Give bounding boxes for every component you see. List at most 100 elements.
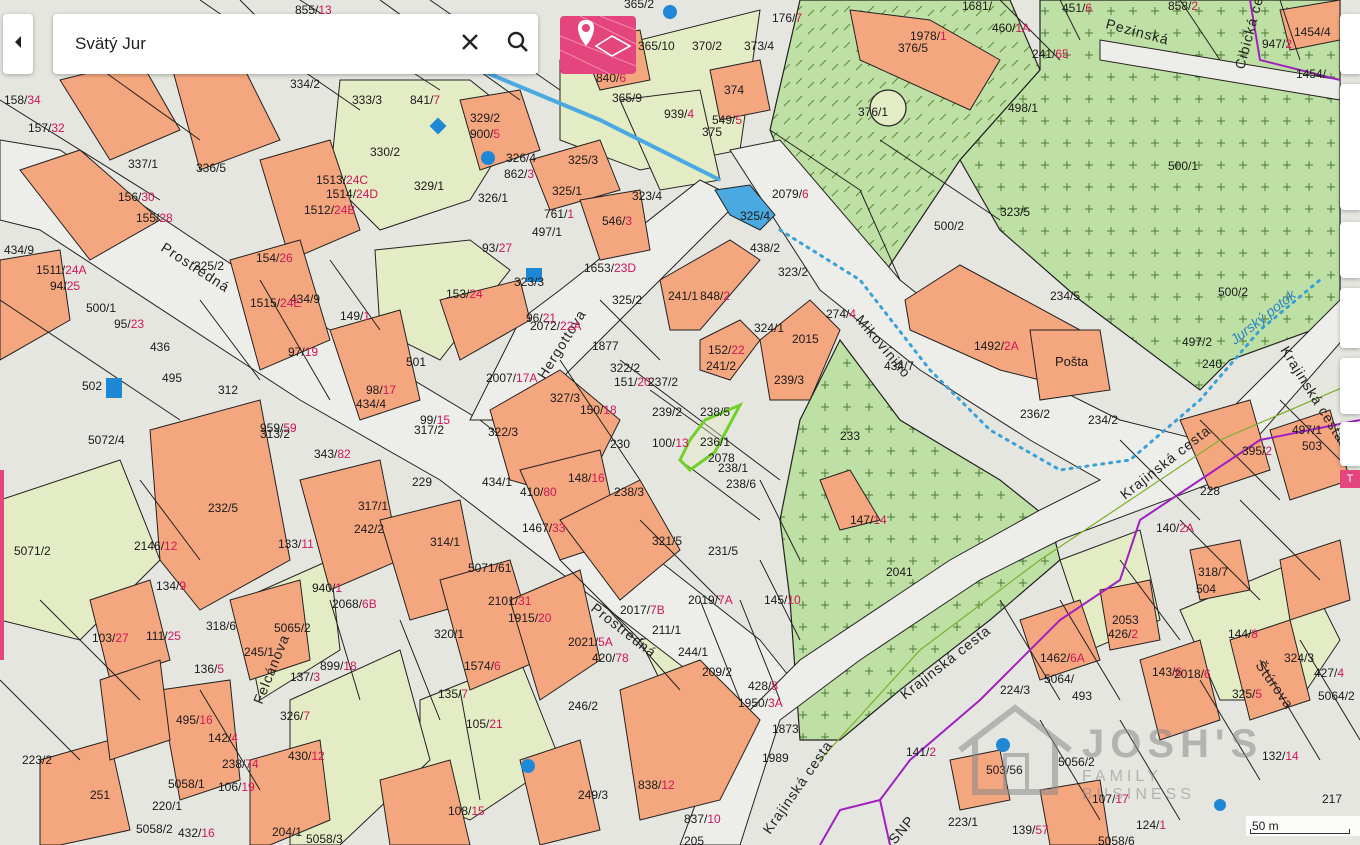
parcel-number-label: 234/2 [1088, 413, 1118, 427]
parcel-number-label: 376/5 [898, 41, 928, 55]
parcel-number-label: 155/28 [136, 211, 173, 225]
map-control-4[interactable] [1340, 288, 1360, 348]
parcel-number-label: 374 [724, 83, 744, 97]
parcel-number-label: 274/4 [826, 307, 856, 321]
parcel-number-label: 321/5 [652, 534, 682, 548]
parcel-number-label: 5065/2 [274, 621, 311, 635]
map-control-6[interactable] [1340, 422, 1360, 466]
parcel-number-label: 324/3 [1284, 651, 1314, 665]
parcel-number-label: 939/4 [664, 107, 694, 121]
parcel-number-label: 158/34 [4, 93, 41, 107]
clear-search-button[interactable] [450, 24, 490, 64]
map-control-3[interactable] [1340, 222, 1360, 278]
parcel-number-label: 318/7 [1198, 565, 1228, 579]
parcel-number-label: 1492/2A [974, 339, 1019, 353]
parcel-number-label: 2021/5A [568, 635, 613, 649]
parcel-number-label: 2053 [1112, 613, 1139, 627]
collapse-panel-button[interactable] [3, 14, 33, 74]
parcel-number-label: 5058/6 [1098, 834, 1135, 845]
parcel-number-label: 156/30 [118, 190, 155, 204]
parcel-number-label: 239/3 [774, 373, 804, 387]
side-badge[interactable]: T [1340, 470, 1360, 488]
parcel-number-label: 1574/6 [464, 659, 501, 673]
left-edge-accent [0, 470, 4, 660]
parcel-number-label: 500/1 [86, 301, 116, 315]
property-layer-button[interactable] [560, 16, 636, 74]
parcel-number-label: 106/19 [218, 780, 255, 794]
parcel-number-label: 2079/6 [772, 187, 809, 201]
parcel-number-label: 503/56 [986, 763, 1023, 777]
parcel-number-label: 5058/2 [136, 822, 173, 836]
parcel-number-label: 761/1 [544, 207, 574, 221]
parcel-number-label: 326/1 [478, 191, 508, 205]
parcel-number-label: 336/5 [196, 161, 226, 175]
parcel-number-label: 140/2A [1156, 521, 1194, 535]
parcel-number-label: 105/21 [466, 717, 503, 731]
cadastral-map[interactable]: Prostredná Prostredná Hergottova Mikovín… [0, 0, 1360, 845]
map-control-5[interactable] [1340, 358, 1360, 414]
parcel-number-label: 144/8 [1228, 627, 1258, 641]
parcel-number-label: 434/4 [356, 397, 386, 411]
parcel-number-label: 323/3 [514, 275, 544, 289]
parcel-number-label: 142/4 [208, 731, 238, 745]
parcel-number-label: 313/2 [260, 427, 290, 441]
parcel-number-label: 497/2 [1182, 335, 1212, 349]
parcel-number-label: 1454/4 [1294, 25, 1331, 39]
parcel-number-label: 365/2 [624, 0, 654, 11]
parcel-number-label: 318/6 [206, 619, 236, 633]
parcel-number-label: 148/16 [568, 471, 605, 485]
map-control-zoom-in[interactable] [1340, 14, 1360, 74]
parcel-number-label: 430/12 [288, 749, 325, 763]
parcel-number-label: 410/80 [520, 485, 557, 499]
parcel-number-label: 370/2 [692, 39, 722, 53]
parcel-number-label: 395/2 [1242, 444, 1272, 458]
parcel-number-label: 434/7 [884, 359, 914, 373]
search-button[interactable] [498, 24, 538, 64]
parcel-number-label: 151/20 [614, 375, 651, 389]
parcel-number-label: 333/3 [352, 93, 382, 107]
parcel-number-label: 230 [610, 437, 630, 451]
parcel-number-label: 249/3 [578, 788, 608, 802]
parcel-number-label: 240 [1202, 357, 1222, 371]
parcel-number-label: 1915/20 [508, 611, 552, 625]
parcel-number-label: 314/1 [430, 535, 460, 549]
parcel-number-label: 1512/24B [304, 203, 355, 217]
parcel-number-label: 228 [1200, 484, 1220, 498]
parcel-number-label: 136/5 [194, 662, 224, 676]
parcel-number-label: 1653/23D [584, 261, 636, 275]
parcel-number-label: 438/2 [750, 241, 780, 255]
parcel-number-label: 2146/12 [134, 539, 178, 553]
parcel-number-label: 817/3 [0, 0, 30, 3]
parcel-number-label: 900/5 [470, 127, 500, 141]
parcel-number-label: 451/6 [1062, 1, 1092, 15]
parcel-number-label: 238/6 [726, 477, 756, 491]
parcel-number-label: 1511/24A [36, 263, 87, 277]
parcel-number-label: 500/1 [1168, 159, 1198, 173]
search-input[interactable] [73, 33, 436, 55]
parcel-number-label: 137/3 [290, 670, 320, 684]
parcel-number-label: 503 [1302, 439, 1322, 453]
parcel-number-label: 150/18 [580, 403, 617, 417]
parcel-number-label: 947/2 [1262, 37, 1292, 51]
parcel-number-label: 549/5 [712, 113, 742, 127]
parcel-number-label: 432/16 [178, 826, 215, 840]
parcel-number-label: 502 [82, 379, 102, 393]
parcel-number-label: 5056/2 [1058, 755, 1095, 769]
parcel-number-label: 2019/7A [688, 593, 733, 607]
parcel-number-label: 244/1 [678, 645, 708, 659]
parcel-number-label: 236/1 [700, 435, 730, 449]
parcel-number-label: 2015 [792, 332, 819, 346]
parcel-number-label: 232/5 [208, 501, 238, 515]
parcel-number-label: 147/14 [850, 513, 887, 527]
parcel-number-label: 241/2 [706, 359, 736, 373]
parcel-number-label: 495 [162, 371, 182, 385]
parcel-number-label: 5058/1 [168, 777, 205, 791]
parcel-number-label: 337/1 [128, 157, 158, 171]
parcel-number-label: 2017/7B [620, 603, 665, 617]
parcel-number-label: 145/10 [764, 593, 801, 607]
parcel-number-label: 157/32 [28, 121, 65, 135]
parcel-number-label: 108/15 [448, 804, 485, 818]
map-control-2[interactable] [1340, 84, 1360, 210]
parcel-number-label: 5071/2 [14, 544, 51, 558]
parcel-number-label: 176/7 [772, 11, 802, 25]
